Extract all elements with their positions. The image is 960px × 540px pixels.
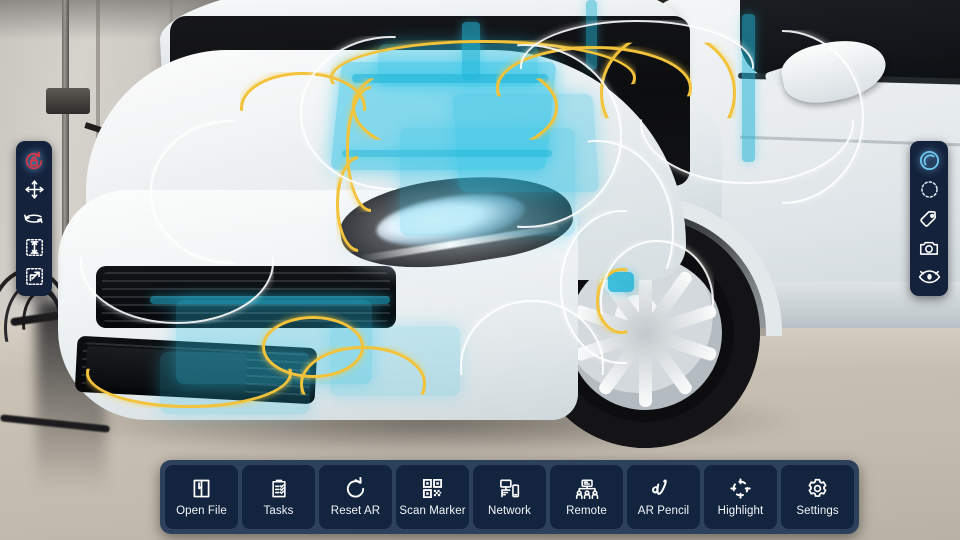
camera-icon[interactable]	[915, 235, 943, 260]
tool-label: Settings	[796, 505, 839, 518]
tag-icon[interactable]	[915, 206, 943, 231]
tool-ar-pencil[interactable]: AR Pencil	[627, 465, 700, 529]
open-file-icon	[190, 476, 213, 501]
tool-settings[interactable]: Settings	[781, 465, 854, 529]
tool-label: Remote	[566, 505, 607, 518]
tool-remote[interactable]: Remote	[550, 465, 623, 529]
crosshair-target-icon	[729, 476, 752, 501]
tool-label: AR Pencil	[637, 505, 690, 518]
tool-open-file[interactable]: Open File	[165, 465, 238, 529]
tool-highlight[interactable]: Highlight	[704, 465, 777, 529]
vehicle-licence-plate-recess	[85, 345, 247, 395]
camera-passthrough-scene	[0, 0, 960, 540]
vehicle	[40, 0, 960, 460]
eye-icon[interactable]	[915, 264, 943, 289]
object-transform-rail[interactable]	[16, 141, 52, 296]
tool-label: Open File	[176, 505, 227, 518]
tool-label: Highlight	[717, 505, 764, 518]
scale-vertical-icon[interactable]	[20, 235, 48, 260]
tool-tasks[interactable]: Tasks	[242, 465, 315, 529]
qr-code-icon	[421, 476, 444, 501]
vehicle-upper-grille	[96, 266, 396, 328]
main-toolbar[interactable]: Open File Tasks Reset AR Scan Marker Net…	[160, 460, 859, 534]
lock-reset-icon[interactable]	[20, 148, 48, 173]
tool-network[interactable]: Network	[473, 465, 546, 529]
pencil-scribble-icon	[651, 476, 676, 501]
tool-scan-marker[interactable]: Scan Marker	[396, 465, 469, 529]
tool-label: Reset AR	[330, 505, 381, 518]
dashed-circle-icon[interactable]	[915, 177, 943, 202]
ar-viewer-app: Open File Tasks Reset AR Scan Marker Net…	[0, 0, 960, 540]
rotate-icon[interactable]	[20, 206, 48, 231]
network-devices-icon	[498, 476, 521, 501]
tool-label: Tasks	[263, 505, 294, 518]
move-icon[interactable]	[20, 177, 48, 202]
tool-reset-ar[interactable]: Reset AR	[319, 465, 392, 529]
reset-circular-arrow-icon	[344, 476, 367, 501]
remote-users-icon	[575, 476, 599, 501]
tool-label: Scan Marker	[399, 505, 466, 518]
resize-corner-icon[interactable]	[20, 264, 48, 289]
gear-icon	[806, 476, 829, 501]
tool-label: Network	[488, 505, 531, 518]
circle-marker-icon[interactable]	[915, 148, 943, 173]
annotation-rail[interactable]	[910, 141, 948, 296]
grille-slats-upper	[102, 272, 390, 322]
clipboard-check-icon	[268, 476, 290, 501]
